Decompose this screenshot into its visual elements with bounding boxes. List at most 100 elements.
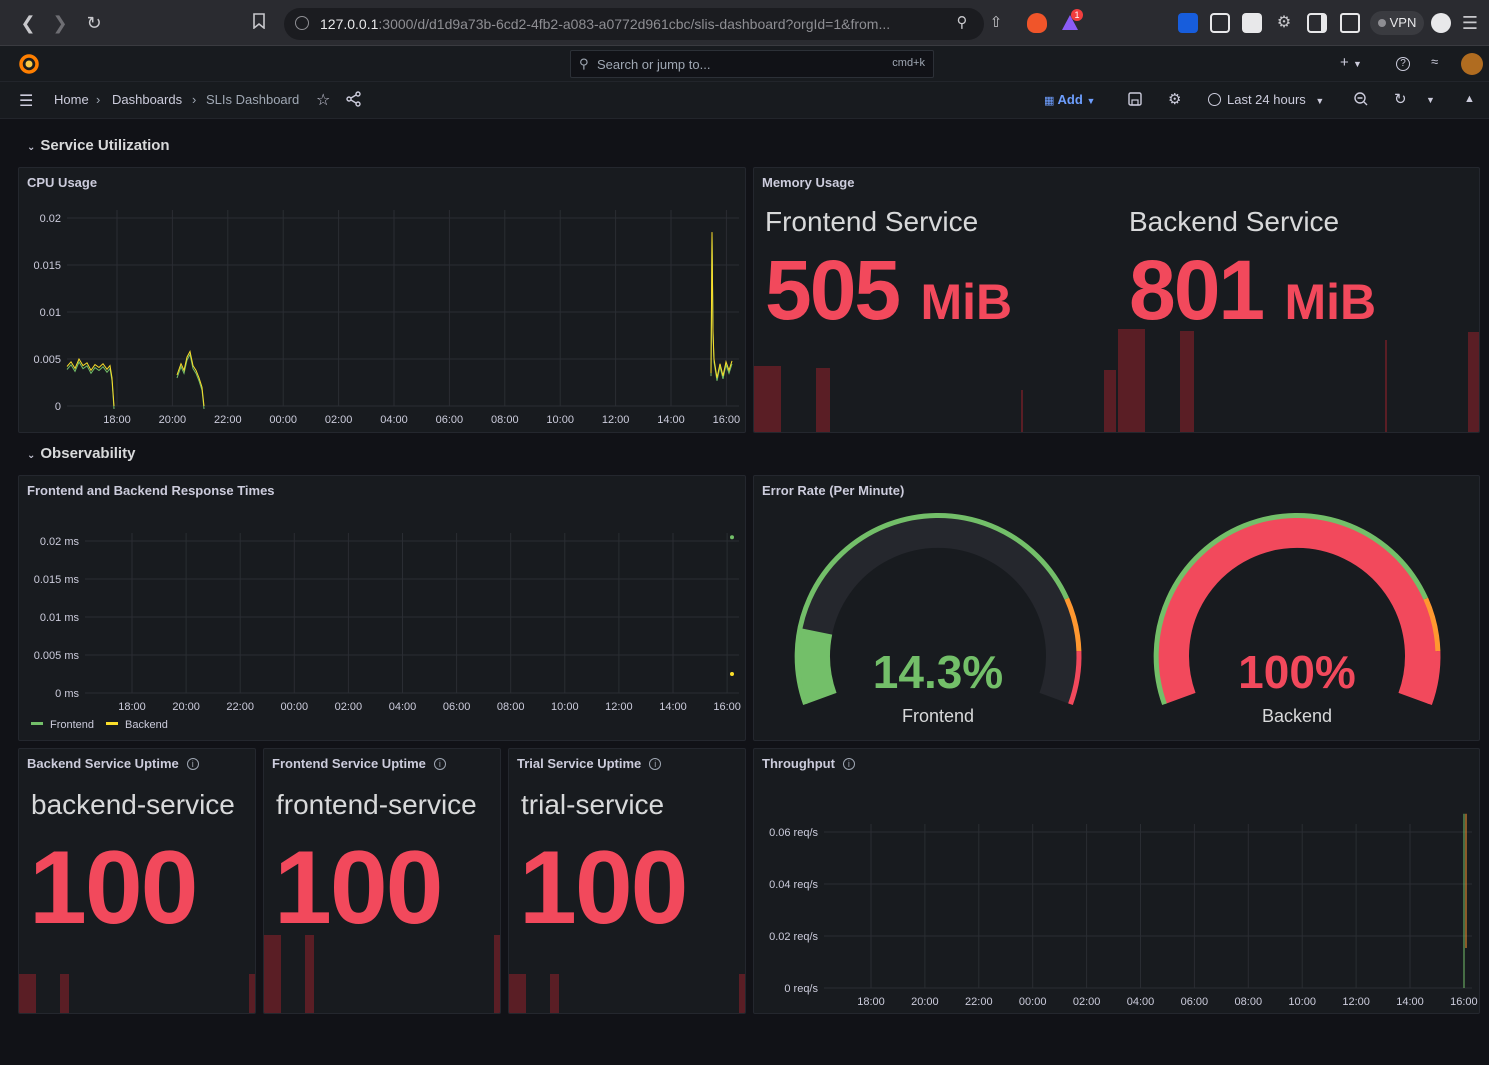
vpn-button[interactable]: VPN (1370, 11, 1424, 35)
breadcrumb-home[interactable]: Home (54, 92, 89, 107)
response-times-panel[interactable]: Frontend and Backend Response Times 0.02… (18, 475, 746, 741)
throughput-chart: 0.06 req/s 0.04 req/s 0.02 req/s 0 req/s 18… (769, 813, 1478, 1008)
user-avatar[interactable] (1461, 53, 1483, 75)
x-tick-label: 00:00 (281, 701, 309, 713)
x-tick-label: 12:00 (1342, 996, 1370, 1008)
x-tick-label: 08:00 (497, 701, 525, 713)
row-service-utilization[interactable]: ⌄ Service Utilization (27, 137, 170, 154)
x-tick-label: 04:00 (389, 701, 417, 713)
gauge-fill (798, 628, 837, 704)
throughput-panel[interactable]: Throughput i 0.06 req/s 0.04 req/s 0.02 req… (753, 748, 1480, 1014)
site-info-icon[interactable] (295, 16, 309, 30)
back-icon[interactable]: ❮ (16, 11, 40, 35)
refresh-interval-chevron-icon[interactable]: ▼ (1426, 95, 1435, 105)
spark-bar (19, 974, 36, 1013)
x-tick-label: 16:00 (713, 701, 741, 713)
reload-icon[interactable]: ↻ (82, 11, 106, 35)
bitwarden-icon[interactable] (1178, 13, 1198, 33)
new-plus-icon[interactable]: + ▼ (1340, 54, 1362, 71)
x-tick-label: 20:00 (172, 701, 200, 713)
brave-rewards-icon[interactable]: 1 (1060, 9, 1083, 33)
uptime-service-name: backend-service (31, 789, 235, 820)
spark-bar (1468, 332, 1479, 432)
share-dashboard-icon[interactable] (346, 91, 362, 110)
breadcrumb-current: SLIs Dashboard (206, 92, 300, 107)
address-bar[interactable]: 127.0.0.1:3000/d/d1d9a73b-6cd2-4fb2-a083… (284, 8, 984, 40)
x-tick-label: 22:00 (226, 701, 254, 713)
spark-bar (1021, 390, 1023, 432)
browser-toolbar: ❮ ❯ ↻ 127.0.0.1:3000/d/d1d9a73b-6cd2-4fb… (0, 0, 1489, 46)
x-tick-label: 12:00 (602, 414, 630, 426)
x-tick-label: 06:00 (436, 414, 464, 426)
y-tick-label: 0.015 ms (34, 574, 80, 586)
star-icon[interactable]: ☆ (316, 90, 330, 110)
frontend-uptime-panel[interactable]: Frontend Service Uptime i frontend-servic… (263, 748, 501, 1014)
search-placeholder: Search or jump to... (597, 57, 711, 72)
search-shortcut: cmd+k (892, 57, 925, 69)
extension-window-icon[interactable] (1210, 13, 1230, 33)
spark-bar (1104, 370, 1116, 432)
search-icon: ⚲ (579, 56, 589, 71)
x-tick-label: 04:00 (380, 414, 408, 426)
search-input[interactable]: ⚲ Search or jump to... cmd+k (570, 50, 934, 78)
collapse-chevron-up-icon[interactable]: ▲ (1464, 93, 1475, 105)
profile-icon[interactable] (1431, 13, 1451, 33)
y-tick-label: 0.01 (40, 307, 61, 319)
x-tick-label: 00:00 (269, 414, 297, 426)
uptime-value: 100 (274, 830, 444, 946)
trial-uptime-panel[interactable]: Trial Service Uptime i trial-service 100 (508, 748, 746, 1014)
menu-icon[interactable]: ☰ (1458, 11, 1482, 35)
forward-icon[interactable]: ❯ (48, 11, 72, 35)
grafana-logo[interactable] (18, 53, 40, 80)
legend-frontend-label[interactable]: Frontend (50, 719, 94, 731)
news-rss-icon[interactable]: ≈ (1431, 54, 1438, 69)
memory-usage-panel[interactable]: Memory Usage Frontend Service 505 MiB Ba… (753, 167, 1480, 433)
sidebar-toggle-icon[interactable] (1307, 13, 1327, 33)
chevron-down-icon: ⌄ (27, 142, 36, 153)
breadcrumb-dashboards[interactable]: Dashboards (112, 92, 182, 107)
settings-gear-icon[interactable]: ⚙ (1168, 90, 1181, 108)
brave-shield-icon[interactable] (1027, 13, 1047, 33)
response-times-chart: 0.02 ms 0.015 ms 0.01 ms 0.005 ms 0 ms 18:00… (31, 533, 741, 731)
y-tick-label: 0.015 (33, 260, 61, 272)
x-tick-label: 06:00 (443, 701, 471, 713)
x-tick-label: 14:00 (659, 701, 687, 713)
backend-data-point (730, 672, 734, 676)
breadcrumb-separator-icon: › (96, 92, 101, 107)
save-dashboard-icon[interactable] (1128, 92, 1142, 109)
extensions-puzzle-icon[interactable]: ⚙ (1272, 11, 1296, 35)
zoom-out-icon[interactable] (1354, 92, 1368, 109)
help-icon[interactable]: ? (1396, 54, 1410, 71)
gauge-frontend-label: Frontend (902, 706, 974, 726)
spark-bar (550, 974, 559, 1013)
x-tick-label: 18:00 (103, 414, 131, 426)
x-tick-label: 08:00 (1235, 996, 1263, 1008)
hamburger-menu-icon[interactable]: ☰ (19, 91, 33, 111)
extension-edit-icon[interactable] (1242, 13, 1262, 33)
spark-bar (1385, 340, 1387, 432)
x-tick-label: 18:00 (118, 701, 146, 713)
share-icon[interactable]: ⇧ (984, 11, 1008, 35)
backend-uptime-panel[interactable]: Backend Service Uptime i backend-service … (18, 748, 256, 1014)
error-rate-panel[interactable]: Error Rate (Per Minute) 14.3% Frontend 1… (753, 475, 1480, 741)
spark-bar (249, 974, 255, 1013)
time-picker[interactable]: Last 24 hours ▼ (1208, 92, 1324, 107)
grafana-topbar: ⚲ Search or jump to... cmd+k + ▼ ? ≈ (0, 46, 1489, 82)
notification-badge: 1 (1071, 9, 1083, 21)
add-button[interactable]: ▦ Add ▼ (1044, 92, 1095, 107)
x-tick-label: 14:00 (657, 414, 685, 426)
zoom-icon[interactable]: ⚲ (950, 11, 974, 35)
x-tick-label: 02:00 (1073, 996, 1101, 1008)
spark-bar (60, 974, 69, 1013)
row-observability[interactable]: ⌄ Observability (27, 445, 135, 462)
breadcrumb-separator-icon: › (192, 92, 197, 107)
x-tick-label: 02:00 (335, 701, 363, 713)
refresh-icon[interactable]: ↻ (1394, 90, 1407, 108)
y-tick-label: 0.06 req/s (769, 827, 818, 839)
cpu-usage-panel[interactable]: CPU Usage 0.02 0.015 0.01 0.005 0 18:00 20:00… (18, 167, 746, 433)
wallet-icon[interactable] (1340, 13, 1360, 33)
y-tick-label: 0.02 req/s (769, 931, 818, 943)
bookmark-icon[interactable] (247, 11, 271, 35)
spark-bar (739, 974, 745, 1013)
legend-backend-label[interactable]: Backend (125, 719, 168, 731)
